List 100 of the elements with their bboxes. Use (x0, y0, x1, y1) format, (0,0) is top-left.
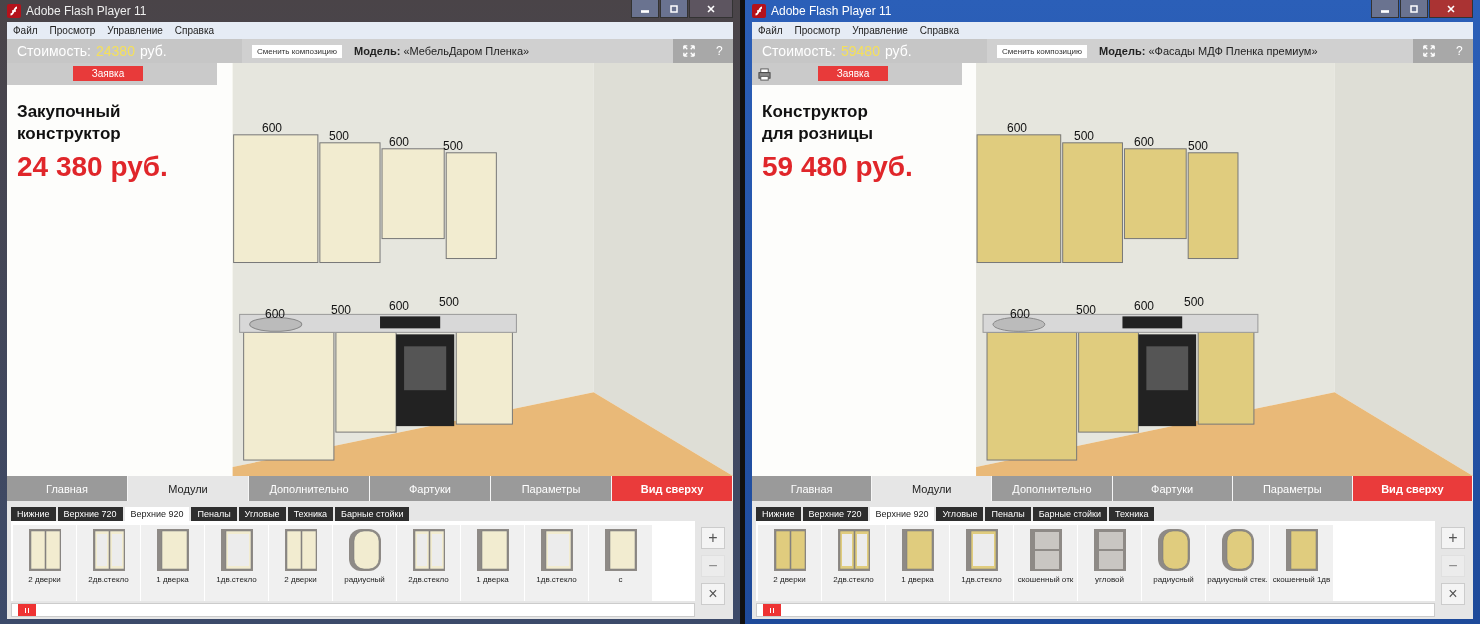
module-label: 1дв.стекло (961, 575, 1002, 584)
top-view-button[interactable]: Вид сверху (612, 476, 732, 501)
module-item[interactable]: 2 дверки (13, 525, 76, 601)
price-text: 59 480 руб. (762, 151, 913, 184)
dimension-label: 500 (1188, 139, 1209, 153)
change-composition-button[interactable]: Сменить композицию (997, 44, 1088, 58)
dimension-label: 600 (262, 121, 283, 135)
maximize-icon (1409, 3, 1419, 14)
printer-icon[interactable] (758, 67, 771, 81)
dimension-label: 600 (1134, 299, 1155, 313)
dimension-label: 500 (1074, 129, 1095, 143)
cost-label: Стоимость: (17, 43, 91, 59)
panel-button[interactable]: × (701, 583, 725, 605)
module-label: радиусный (1153, 575, 1194, 584)
module-label: скошенный 1дв (1272, 575, 1331, 584)
module-item[interactable]: 1 дверка (461, 525, 524, 601)
window-title: Adobe Flash Player 11 (771, 4, 893, 18)
price-text: 24 380 руб. (17, 151, 168, 184)
close-button[interactable] (1429, 0, 1473, 18)
module-label: скошенный отк (1017, 575, 1074, 584)
top-view-button[interactable]: Вид сверху (1352, 476, 1473, 501)
dimension-label: 500 (331, 303, 352, 317)
tab[interactable]: Модули (128, 476, 248, 501)
module-item[interactable]: 1 дверка (886, 525, 949, 601)
minimize-icon (1381, 10, 1389, 13)
module-item[interactable]: 1дв.стекло (950, 525, 1013, 601)
panel-button[interactable]: × (1441, 583, 1465, 605)
module-label: радиусный стек. (1207, 575, 1268, 584)
scroll-thumb[interactable] (763, 604, 781, 616)
module-item[interactable]: 2дв.стекло (397, 525, 460, 601)
module-item[interactable]: скошенный 1дв (1270, 525, 1333, 601)
tab[interactable]: Модули (872, 476, 992, 501)
module-item[interactable]: 2 дверки (758, 525, 821, 601)
menu-item[interactable]: Управление (852, 25, 908, 36)
module-item[interactable]: 2дв.стекло (822, 525, 885, 601)
category-tab[interactable]: Верхние 720 (57, 507, 123, 521)
cost-value: 59480 (841, 43, 880, 59)
category-tab[interactable]: Пеналы (985, 507, 1031, 521)
close-icon (706, 3, 716, 14)
category-tab[interactable]: Угловые (238, 507, 286, 521)
category-tab[interactable]: Верхние 720 (802, 507, 868, 521)
module-item[interactable]: 1 дверка (141, 525, 204, 601)
constructor-heading: Закупочный конструктор (17, 101, 122, 146)
module-item[interactable]: радиусный стек. (1206, 525, 1269, 601)
category-tab[interactable]: Барные стойки (1032, 507, 1107, 521)
cost-unit: руб. (884, 43, 912, 59)
module-label: 1дв.стекло (536, 575, 577, 584)
dimension-label: 600 (1010, 307, 1031, 321)
close-icon (1446, 3, 1456, 14)
cost-label: Стоимость: (762, 43, 836, 59)
order-button[interactable]: Заявка (73, 66, 143, 81)
panel-button[interactable]: + (1441, 527, 1465, 549)
category-tab[interactable]: Пеналы (191, 507, 237, 521)
window-title: Adobe Flash Player 11 (26, 4, 148, 18)
scroll-thumb[interactable] (18, 604, 36, 616)
module-label: угловой (1095, 575, 1124, 584)
category-tab[interactable]: Верхние 920 (869, 507, 935, 521)
dimension-label: 600 (389, 299, 410, 313)
model-name: Модель: «МебельДаром Пленка» (354, 45, 530, 57)
module-item[interactable]: 2 дверки (269, 525, 332, 601)
module-label: 2 дверки (284, 575, 317, 584)
menu-item[interactable]: Файл (758, 25, 783, 36)
category-tab[interactable]: Техника (287, 507, 334, 521)
category-tab[interactable]: Нижние (756, 507, 801, 521)
constructor-heading: Конструктор для розницы (762, 101, 874, 146)
module-item[interactable]: 2дв.стекло (77, 525, 140, 601)
module-item[interactable]: радиусный (333, 525, 396, 601)
menu-item[interactable]: Справка (919, 25, 960, 36)
module-label: радиусный (344, 575, 385, 584)
change-composition-button[interactable]: Сменить композицию (252, 44, 343, 58)
minimize-button[interactable] (1371, 0, 1399, 18)
module-item[interactable]: 1дв.стекло (205, 525, 268, 601)
order-button[interactable]: Заявка (818, 66, 888, 81)
module-label: 1 дверка (476, 575, 509, 584)
scrollbar[interactable] (756, 603, 1435, 617)
dimension-label: 500 (1076, 303, 1097, 317)
dimension-label: 600 (265, 307, 286, 321)
module-item[interactable]: скошенный отк (1014, 525, 1077, 601)
dimension-label: 600 (389, 135, 410, 149)
module-label: 2дв.стекло (88, 575, 129, 584)
category-tab[interactable]: Верхние 920 (124, 507, 190, 521)
dimension-label: 600 (1007, 121, 1028, 135)
module-label: 2 дверки (28, 575, 61, 584)
category-tab[interactable]: Барные стойки (335, 507, 410, 521)
scrollbar[interactable] (11, 603, 695, 617)
module-item[interactable]: с (589, 525, 652, 601)
category-tab[interactable]: Техника (1109, 507, 1155, 521)
module-item[interactable]: радиусный (1142, 525, 1205, 601)
panel-button[interactable]: + (701, 527, 725, 549)
dimension-label: 500 (329, 129, 350, 143)
menu-item[interactable]: Просмотр (794, 25, 841, 36)
category-tab[interactable]: Нижние (11, 507, 56, 521)
maximize-button[interactable] (1400, 0, 1428, 18)
flash-logo-icon (752, 4, 766, 18)
category-tab[interactable]: Угловые (936, 507, 984, 521)
minimize-icon (641, 10, 649, 13)
module-item[interactable]: 1дв.стекло (525, 525, 588, 601)
module-item[interactable]: угловой (1078, 525, 1141, 601)
cost-unit: руб. (139, 43, 167, 59)
flash-logo-icon (7, 4, 21, 18)
